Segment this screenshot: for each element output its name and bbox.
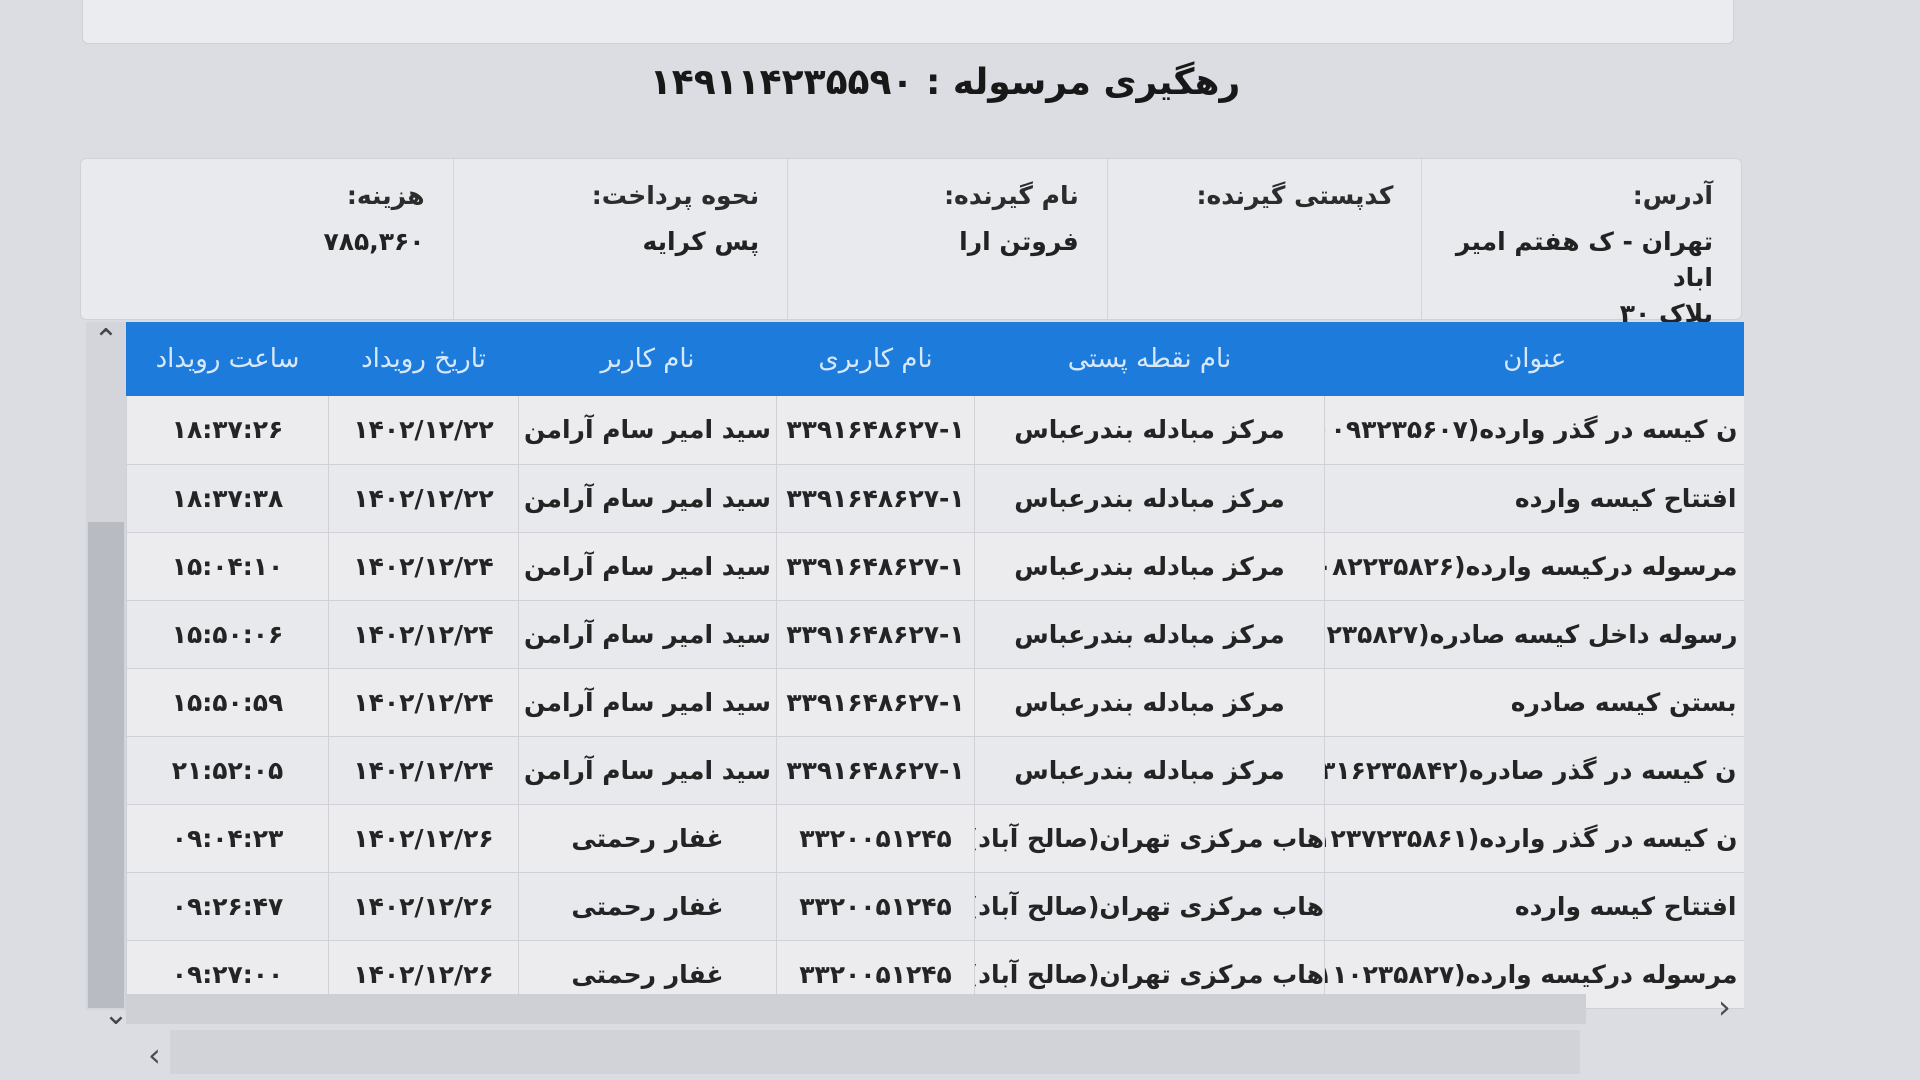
tracking-table: عنوان نام نقطه پستی نام کاربری نام کاربر…	[126, 322, 1744, 1009]
cell-title: بستن کیسه صادره	[1324, 668, 1744, 737]
cell-user-name: سید امیر سام آرامن	[518, 600, 777, 669]
chevron-up-icon[interactable]: ⌃	[86, 326, 126, 356]
cell-title: ن کیسه در گذر وارده(۰۰۹۳۲۳۵۶۰۷)	[1324, 396, 1744, 465]
cell-post-point: مرکز مبادله بندرعباس	[974, 532, 1325, 601]
vertical-scroll-thumb[interactable]	[88, 522, 124, 1008]
cell-user-name: سید امیر سام آرامن	[518, 532, 777, 601]
cell-time: ۰۹:۰۴:۲۳	[126, 804, 329, 873]
cell-time: ۱۸:۳۷:۲۶	[126, 396, 329, 465]
cell-post-point: مرکز مبادله بندرعباس	[974, 464, 1325, 533]
table-header-row: عنوان نام نقطه پستی نام کاربری نام کاربر…	[126, 322, 1744, 396]
cell-time: ۱۵:۰۴:۱۰	[126, 532, 329, 601]
cell-username: ۳۳۲۰۰۵۱۲۴۵	[776, 872, 975, 941]
cell-time: ۱۵:۵۰:۰۶	[126, 600, 329, 669]
tracking-table-container: عنوان نام نقطه پستی نام کاربری نام کاربر…	[126, 322, 1744, 1010]
vertical-scrollbar[interactable]: ⌃	[86, 322, 126, 1010]
header-title[interactable]: عنوان	[1324, 322, 1744, 396]
cell-user-name: غفار رحمتی	[518, 872, 777, 941]
cell-title: ن کیسه در گذر وارده(۱۲۳۷۲۳۵۸۶۱)	[1324, 804, 1744, 873]
table-row[interactable]: ن کیسه در گذر وارده(۱۲۳۷۲۳۵۸۶۱) هاب مرکز…	[126, 804, 1744, 873]
table-row[interactable]: ن کیسه در گذر صادره(۱۳۱۶۲۳۵۸۴۲) مرکز مبا…	[126, 736, 1744, 805]
cell-time: ۱۸:۳۷:۳۸	[126, 464, 329, 533]
address-label: آدرس:	[1632, 181, 1713, 210]
cost-label: هزینه:	[346, 181, 425, 210]
cell-title: رسوله داخل کیسه صادره(۱۰۱۱۰۲۳۵۸۲۷)	[1324, 600, 1744, 669]
table-row[interactable]: افتتاح کیسه وارده هاب مرکزی تهران(صالح آ…	[126, 872, 1744, 941]
header-username[interactable]: نام کاربری	[776, 322, 975, 396]
cell-username: ۳۳۹۱۶۴۸۶۲۷-۱	[776, 532, 975, 601]
postal-code-label: کدپستی گیرنده:	[1196, 181, 1394, 210]
shipment-info-panel: آدرس: تهران - ک هفتم امیر اباد پلاک ۳۰ ک…	[80, 158, 1742, 328]
cell-username: ۳۳۹۱۶۴۸۶۲۷-۱	[776, 600, 975, 669]
header-event-time[interactable]: ساعت رویداد	[126, 322, 329, 396]
postal-code-cell: کدپستی گیرنده:	[1106, 159, 1422, 319]
cell-title: مرسوله درکیسه وارده(۱۰۰۸۲۲۳۵۸۲۶)	[1324, 532, 1744, 601]
chevron-down-icon[interactable]: ⌄	[96, 1000, 136, 1030]
chevron-left-icon[interactable]: ‹	[148, 1036, 161, 1074]
cell-title: ن کیسه در گذر صادره(۱۳۱۶۲۳۵۸۴۲)	[1324, 736, 1744, 805]
cell-time: ۱۵:۵۰:۵۹	[126, 668, 329, 737]
cell-post-point: مرکز مبادله بندرعباس	[974, 600, 1325, 669]
receiver-label: نام گیرنده:	[944, 181, 1079, 210]
cell-username: ۳۳۹۱۶۴۸۶۲۷-۱	[776, 464, 975, 533]
cell-post-point: مرکز مبادله بندرعباس	[974, 396, 1325, 465]
address-line1: تهران - ک هفتم امیر اباد	[1455, 227, 1713, 292]
payment-cell: نحوه پرداخت: پس کرایه	[452, 159, 788, 319]
top-panel	[82, 0, 1734, 44]
cell-user-name: سید امیر سام آرامن	[518, 668, 777, 737]
cell-date: ۱۴۰۲/۱۲/۲۴	[328, 736, 519, 805]
table-row[interactable]: مرسوله درکیسه وارده(۱۰۰۸۲۲۳۵۸۲۶) مرکز مب…	[126, 532, 1744, 601]
cell-title: افتتاح کیسه وارده	[1324, 464, 1744, 533]
cell-post-point: هاب مرکزی تهران(صالح آباد)	[974, 872, 1325, 941]
cell-time: ۰۹:۲۶:۴۷	[126, 872, 329, 941]
cell-date: ۱۴۰۲/۱۲/۲۶	[328, 804, 519, 873]
receiver-value: فروتن ارا	[959, 227, 1079, 256]
cell-date: ۱۴۰۲/۱۲/۲۶	[328, 872, 519, 941]
cell-date: ۱۴۰۲/۱۲/۲۲	[328, 464, 519, 533]
table-row[interactable]: بستن کیسه صادره مرکز مبادله بندرعباس ۳۳۹…	[126, 668, 1744, 737]
cost-value: ۷۸۵,۳۶۰	[323, 227, 425, 256]
header-user-name[interactable]: نام کاربر	[518, 322, 777, 396]
cell-post-point: مرکز مبادله بندرعباس	[974, 668, 1325, 737]
cell-post-point: هاب مرکزی تهران(صالح آباد)	[974, 804, 1325, 873]
cell-user-name: سید امیر سام آرامن	[518, 736, 777, 805]
payment-label: نحوه پرداخت:	[591, 181, 760, 210]
cell-post-point: مرکز مبادله بندرعباس	[974, 736, 1325, 805]
page-horizontal-scrollbar[interactable]	[170, 1030, 1580, 1074]
cell-user-name: غفار رحمتی	[518, 804, 777, 873]
receiver-cell: نام گیرنده: فروتن ارا	[787, 159, 1107, 319]
cell-title: افتتاح کیسه وارده	[1324, 872, 1744, 941]
cell-date: ۱۴۰۲/۱۲/۲۲	[328, 396, 519, 465]
chevron-right-icon[interactable]: ›	[1718, 988, 1731, 1026]
cell-date: ۱۴۰۲/۱۲/۲۴	[328, 532, 519, 601]
table-row[interactable]: رسوله داخل کیسه صادره(۱۰۱۱۰۲۳۵۸۲۷) مرکز …	[126, 600, 1744, 669]
cell-date: ۱۴۰۲/۱۲/۲۴	[328, 600, 519, 669]
cell-username: ۳۳۹۱۶۴۸۶۲۷-۱	[776, 736, 975, 805]
table-row[interactable]: افتتاح کیسه وارده مرکز مبادله بندرعباس ۳…	[126, 464, 1744, 533]
header-event-date[interactable]: تاریخ رویداد	[328, 322, 519, 396]
cell-user-name: سید امیر سام آرامن	[518, 464, 777, 533]
cell-username: ۳۳۹۱۶۴۸۶۲۷-۱	[776, 668, 975, 737]
cell-username: ۳۳۹۱۶۴۸۶۲۷-۱	[776, 396, 975, 465]
page-title: رهگیری مرسوله : ۱۴۹۱۱۴۲۳۵۵۹۰	[649, 62, 1241, 103]
payment-value: پس کرایه	[642, 227, 760, 256]
table-row[interactable]: ن کیسه در گذر وارده(۰۰۹۳۲۳۵۶۰۷) مرکز مبا…	[126, 396, 1744, 465]
cell-user-name: سید امیر سام آرامن	[518, 396, 777, 465]
header-post-point[interactable]: نام نقطه پستی	[974, 322, 1325, 396]
cell-date: ۱۴۰۲/۱۲/۲۴	[328, 668, 519, 737]
table-horizontal-scrollbar[interactable]	[126, 994, 1586, 1024]
cost-cell: هزینه: ۷۸۵,۳۶۰	[81, 159, 453, 319]
cell-username: ۳۳۲۰۰۵۱۲۴۵	[776, 804, 975, 873]
cell-time: ۲۱:۵۲:۰۵	[126, 736, 329, 805]
address-cell: آدرس: تهران - ک هفتم امیر اباد پلاک ۳۰	[1421, 159, 1741, 328]
